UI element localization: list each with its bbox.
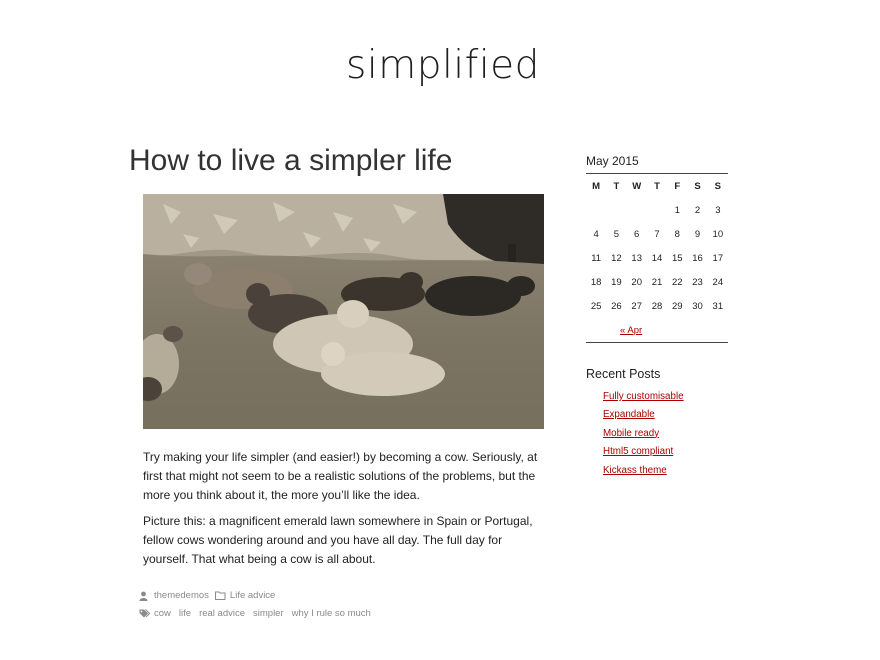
list-item: Fully customisable	[603, 390, 684, 408]
calendar-day: 6	[634, 228, 640, 240]
recent-post-link[interactable]: Expandable	[603, 409, 655, 420]
calendar-day: 19	[611, 276, 622, 288]
calendar-day: 23	[692, 276, 703, 288]
calendar-day: 26	[611, 300, 622, 312]
calendar-day: 14	[651, 252, 663, 264]
post-title[interactable]: How to live a simpler life	[129, 142, 452, 180]
calendar-day: 4	[593, 228, 599, 240]
calendar-day: 21	[651, 276, 663, 288]
calendar-day: 11	[591, 252, 602, 264]
calendar-day: 8	[674, 228, 680, 240]
post-tags: cow life real advice simpler why I rule …	[139, 608, 379, 619]
post-category-link[interactable]: Life advice	[230, 590, 275, 601]
calendar-day: 18	[590, 276, 602, 288]
calendar-divider	[586, 342, 728, 343]
calendar-day: 22	[671, 276, 683, 288]
folder-icon	[214, 591, 227, 601]
calendar-day: 28	[651, 300, 663, 312]
calendar-day: 12	[611, 252, 622, 264]
site-title[interactable]: simplified	[0, 40, 880, 92]
calendar-caption: May 2015	[586, 154, 639, 168]
calendar-day: 1	[674, 204, 680, 216]
calendar-day: 24	[712, 276, 724, 288]
tag-link[interactable]: life	[179, 608, 191, 619]
tags-icon	[139, 609, 151, 619]
weekday-header: W	[632, 180, 642, 192]
recent-post-link[interactable]: Mobile ready	[603, 428, 659, 439]
weekday-header: S	[714, 180, 722, 192]
recent-posts-title: Recent Posts	[586, 367, 661, 381]
list-item: Html5 compliant	[603, 445, 684, 463]
list-item: Kickass theme	[603, 464, 684, 482]
weekday-header: S	[694, 180, 701, 192]
calendar-day: 20	[631, 276, 642, 288]
calendar-day: 27	[631, 300, 642, 312]
list-item: Expandable	[603, 408, 684, 426]
calendar-day: 10	[712, 228, 724, 240]
recent-post-link[interactable]: Kickass theme	[603, 465, 667, 476]
page: simplified How to live a simpler life Tr…	[0, 0, 880, 660]
calendar-day: 31	[712, 300, 724, 312]
calendar-day: 7	[654, 228, 660, 240]
recent-post-link[interactable]: Html5 compliant	[603, 446, 673, 457]
calendar-day: 3	[715, 204, 721, 216]
list-item: Mobile ready	[603, 427, 684, 445]
weekday-header: T	[613, 180, 620, 192]
calendar-day: 15	[671, 252, 683, 264]
calendar-day	[627, 198, 647, 222]
post-meta: themedemos Life advice	[139, 590, 281, 601]
tag-link[interactable]: why I rule so much	[292, 608, 371, 619]
tag-link[interactable]: simpler	[253, 608, 284, 619]
calendar-day: 17	[712, 252, 724, 264]
calendar-day	[606, 198, 626, 222]
weekday-header: F	[674, 180, 681, 192]
calendar-day: 13	[631, 252, 642, 264]
featured-image	[143, 194, 544, 429]
calendar-day: 30	[692, 300, 703, 312]
tag-link[interactable]: real advice	[199, 608, 245, 619]
post-author-link[interactable]: themedemos	[154, 590, 209, 601]
calendar-day	[647, 198, 667, 222]
calendar-table: M T W T F S S 1 2 3 4 5 6 7 8 9 10 11 12…	[586, 174, 728, 318]
tag-link[interactable]: cow	[154, 608, 171, 619]
weekday-header: T	[654, 180, 660, 192]
calendar-day	[586, 198, 606, 222]
post-paragraph: Try making your life simpler (and easier…	[143, 450, 538, 502]
recent-post-link[interactable]: Fully customisable	[603, 391, 684, 402]
calendar-day: 29	[671, 300, 683, 312]
user-icon	[139, 591, 151, 601]
post-content: Try making your life simpler (and easier…	[143, 448, 545, 576]
calendar-day: 5	[613, 228, 620, 240]
calendar-day: 9	[694, 228, 701, 240]
calendar-day: 25	[590, 300, 602, 312]
post-paragraph: Picture this: a magnificent emerald lawn…	[143, 514, 533, 566]
recent-posts-list: Fully customisable Expandable Mobile rea…	[603, 390, 684, 482]
calendar-prev-month-link[interactable]: « Apr	[620, 325, 642, 336]
calendar-day: 2	[694, 204, 701, 216]
weekday-header: M	[592, 180, 601, 192]
calendar-day: 16	[692, 252, 703, 264]
